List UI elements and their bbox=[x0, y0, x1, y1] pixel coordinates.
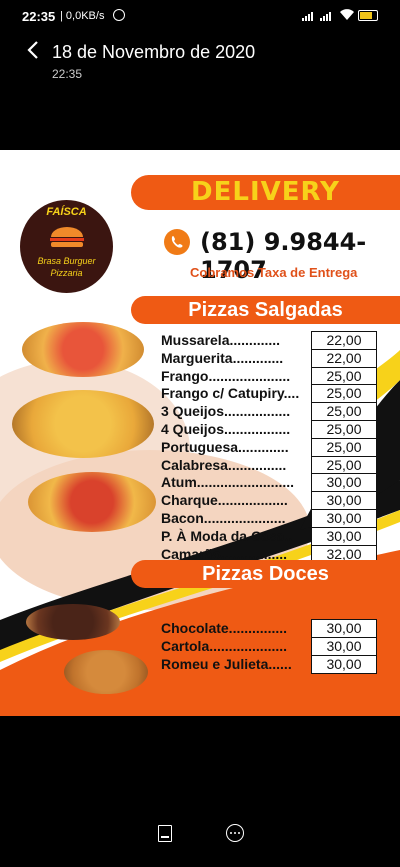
menu-item-price: 30,00 bbox=[311, 473, 377, 493]
menu-item: Frango c/ Catupiry.... 25,00 bbox=[161, 384, 377, 404]
menu-item-name: Calabresa............... bbox=[161, 456, 287, 473]
network-speed: | 0,0KB/s bbox=[60, 10, 105, 22]
menu-item-name: Frango..................... bbox=[161, 367, 291, 384]
menu-item: Marguerita............. 22,00 bbox=[161, 348, 377, 368]
menu-item-price: 25,00 bbox=[311, 455, 377, 475]
menu-item-name: Cartola.................... bbox=[161, 638, 288, 654]
menu-item-price: 30,00 bbox=[311, 619, 377, 638]
menu-item-price: 30,00 bbox=[311, 526, 377, 546]
menu-item-name: Charque.................. bbox=[161, 492, 288, 509]
menu-item-price: 30,00 bbox=[311, 509, 377, 528]
chocolate-pizza-image bbox=[26, 604, 120, 640]
menu-item-price: 22,00 bbox=[311, 348, 377, 368]
top-app-bar: 18 de Novembro de 2020 22:35 bbox=[0, 32, 400, 97]
pizza-image bbox=[28, 472, 156, 532]
signal-icon bbox=[302, 12, 316, 21]
menu-flyer-image[interactable]: FAÍSCA Brasa Burguer Pizzaria DELIVERY (… bbox=[0, 150, 400, 716]
menu-item: Calabresa............... 25,00 bbox=[161, 455, 377, 475]
menu-item-name: Portuguesa............. bbox=[161, 438, 289, 455]
menu-item-price: 30,00 bbox=[311, 655, 377, 674]
pizza-image bbox=[22, 322, 144, 377]
menu-item-price: 25,00 bbox=[311, 402, 377, 422]
sweet-pizza-image bbox=[64, 650, 148, 694]
status-time: 22:35 bbox=[22, 9, 56, 24]
logo-tagline: Brasa Burguer bbox=[37, 256, 96, 266]
alarm-icon bbox=[113, 9, 125, 21]
menu-item-price: 25,00 bbox=[311, 437, 377, 457]
more-options-icon[interactable] bbox=[226, 824, 244, 842]
menu-item-name: Chocolate............... bbox=[161, 620, 288, 636]
menu-item: 3 Queijos................. 25,00 bbox=[161, 402, 377, 422]
battery-icon bbox=[358, 10, 378, 21]
back-arrow-icon[interactable] bbox=[26, 40, 40, 66]
menu-item: Chocolate............... 30,00 bbox=[161, 619, 377, 638]
status-bar: 22:35 | 0,0KB/s bbox=[0, 0, 400, 32]
whatsapp-icon bbox=[164, 229, 190, 255]
logo-brand-text: FAÍSCA bbox=[46, 206, 87, 218]
brand-logo: FAÍSCA Brasa Burguer Pizzaria bbox=[20, 200, 113, 293]
delivery-fee-note: Cobramos Taxa de Entrega bbox=[190, 265, 358, 280]
menu-item-price: 25,00 bbox=[311, 366, 377, 386]
bottom-action-bar bbox=[0, 800, 400, 867]
menu-item-price: 30,00 bbox=[311, 491, 377, 511]
menu-item-price: 25,00 bbox=[311, 420, 377, 439]
menu-item-name: Frango c/ Catupiry.... bbox=[161, 385, 300, 402]
menu-item-name: Marguerita............. bbox=[161, 349, 284, 366]
signal-icon bbox=[320, 12, 334, 21]
menu-item-price: 30,00 bbox=[311, 637, 377, 656]
menu-item-name: 4 Queijos................. bbox=[161, 421, 291, 437]
document-icon[interactable] bbox=[158, 825, 172, 842]
wifi-icon bbox=[340, 9, 354, 24]
pizza-image bbox=[12, 390, 154, 458]
menu-item-name: Romeu e Julieta...... bbox=[161, 656, 292, 672]
menu-item-name: Mussarela............. bbox=[161, 332, 281, 348]
menu-item-name: 3 Queijos................. bbox=[161, 403, 291, 420]
menu-item: Romeu e Julieta...... 30,00 bbox=[161, 655, 377, 674]
menu-item: Atum......................... 30,00 bbox=[161, 473, 377, 493]
menu-item: Portuguesa............. 25,00 bbox=[161, 437, 377, 457]
menu-item: 4 Queijos................. 25,00 bbox=[161, 420, 377, 439]
page-subtitle: 22:35 bbox=[52, 67, 83, 81]
menu-item-price: 22,00 bbox=[311, 331, 377, 350]
menu-item-name: Bacon..................... bbox=[161, 510, 286, 526]
logo-subtitle: Pizzaria bbox=[50, 268, 83, 278]
menu-item: Cartola.................... 30,00 bbox=[161, 637, 377, 656]
page-title: 18 de Novembro de 2020 bbox=[52, 42, 256, 62]
menu-item: Mussarela............. 22,00 bbox=[161, 331, 377, 350]
menu-item: P. À Moda da Casa.. 30,00 bbox=[161, 526, 377, 546]
menu-item-price: 25,00 bbox=[311, 384, 377, 404]
menu-item: Bacon..................... 30,00 bbox=[161, 509, 377, 528]
menu-item-name: Atum......................... bbox=[161, 474, 295, 491]
section-title-doces: Pizzas Doces bbox=[202, 563, 329, 585]
menu-item: Frango..................... 25,00 bbox=[161, 366, 377, 386]
menu-item: Charque.................. 30,00 bbox=[161, 491, 377, 511]
section-title-salgadas: Pizzas Salgadas bbox=[188, 299, 343, 321]
burger-icon bbox=[50, 227, 84, 247]
menu-item-name: P. À Moda da Casa.. bbox=[161, 527, 293, 544]
delivery-label: DELIVERY bbox=[191, 177, 340, 207]
